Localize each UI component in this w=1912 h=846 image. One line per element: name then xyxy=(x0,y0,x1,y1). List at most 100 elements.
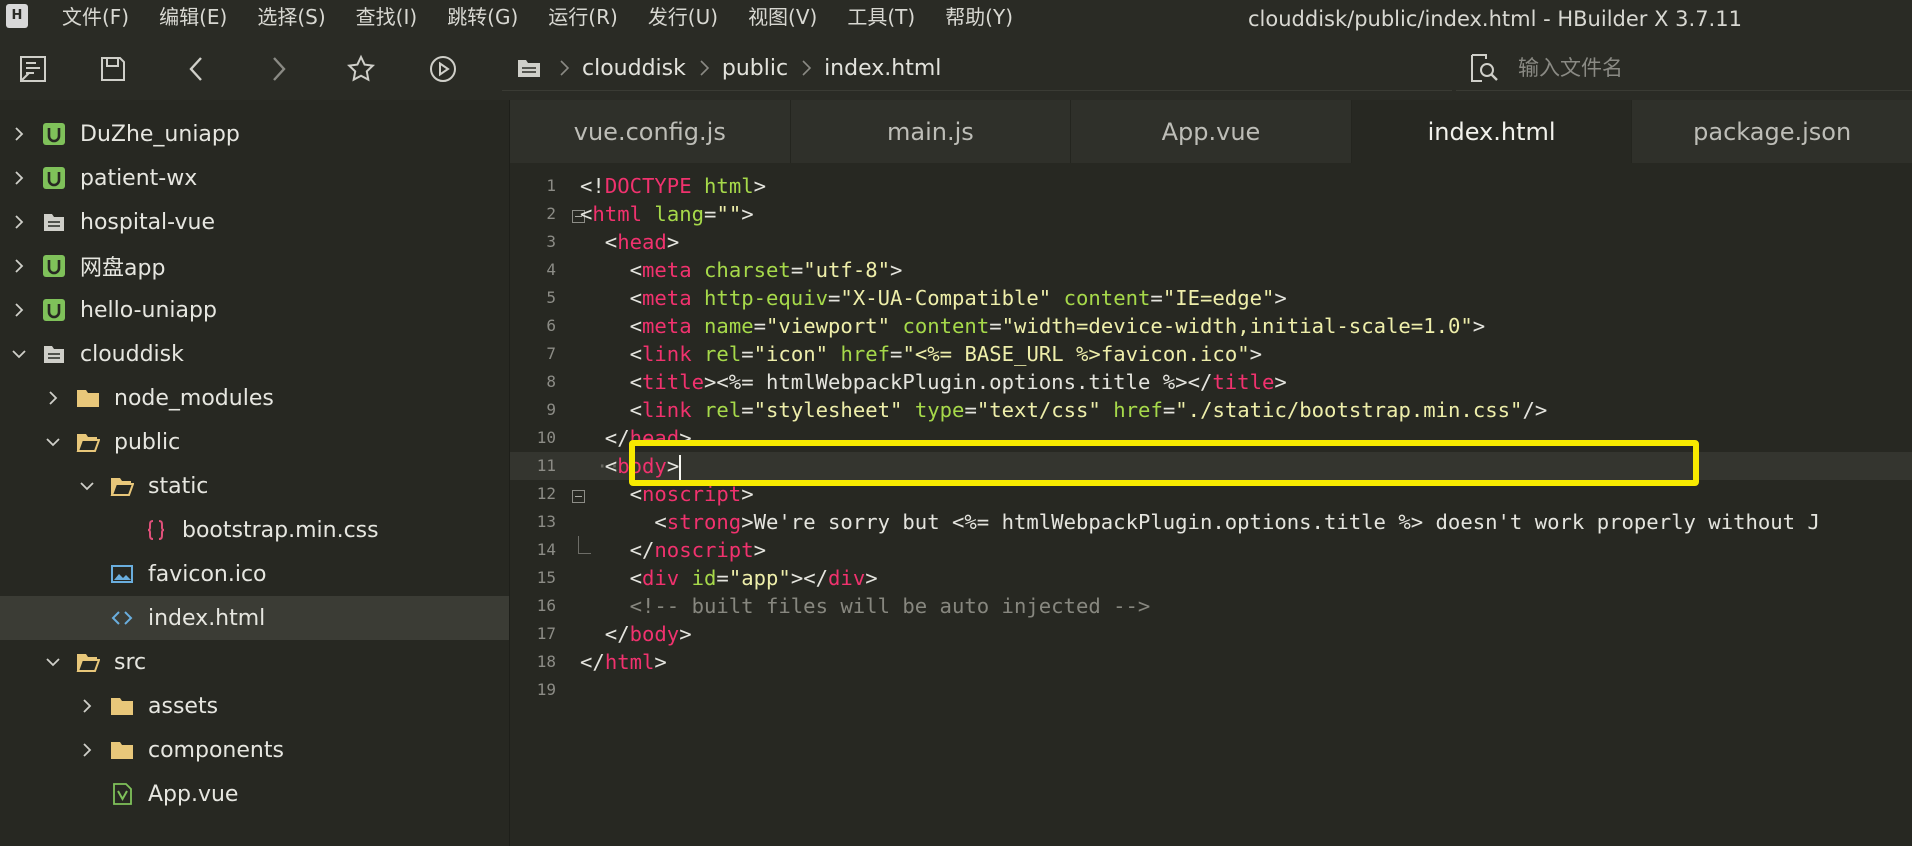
code-line[interactable]: 4 <meta charset="utf-8"> xyxy=(510,256,1912,284)
tab-package-json[interactable]: package.json xyxy=(1632,100,1912,163)
code-line[interactable]: 17 </body> xyxy=(510,620,1912,648)
code-token: "IE=edge" xyxy=(1162,286,1275,310)
chevron-right-icon[interactable] xyxy=(10,257,28,275)
breadcrumb-item-index-html[interactable]: index.html xyxy=(824,56,941,81)
code-area[interactable]: 1 <!DOCTYPE html> 2 <html lang=""> 3 <head> 4 <… xyxy=(510,172,1912,846)
line-number: 12 xyxy=(536,484,556,503)
tab-app-vue[interactable]: App.vue xyxy=(1071,100,1352,163)
line-number: 10 xyxy=(536,428,556,447)
breadcrumb-item-public[interactable]: public xyxy=(722,56,788,81)
tree-item[interactable]: 网盘app xyxy=(0,244,509,288)
chevron-right-icon[interactable] xyxy=(10,301,28,319)
file-search-input[interactable] xyxy=(1516,55,1900,81)
star-icon xyxy=(346,54,376,82)
menu-edit[interactable]: 编辑(E) xyxy=(159,0,227,36)
code-line[interactable]: 11 ·· <body> xyxy=(510,452,1912,483)
code-token: html xyxy=(704,174,754,198)
chevron-right-icon[interactable] xyxy=(44,389,62,407)
back-button[interactable] xyxy=(182,54,212,84)
chevron-right-icon[interactable] xyxy=(10,213,28,231)
code-line[interactable]: 1 <!DOCTYPE html> xyxy=(510,172,1912,200)
run-button[interactable] xyxy=(428,54,458,84)
code-token: head xyxy=(629,426,680,450)
chevron-right-icon[interactable] xyxy=(10,125,28,143)
breadcrumb-item-clouddisk[interactable]: clouddisk xyxy=(582,56,686,81)
tree-item-label: clouddisk xyxy=(80,341,184,367)
chevron-right-icon[interactable] xyxy=(78,741,96,759)
chevron-right-icon[interactable] xyxy=(78,697,96,715)
menu-goto[interactable]: 跳转(G) xyxy=(447,0,518,36)
code-line[interactable]: 10 </head> xyxy=(510,424,1912,452)
menu-help[interactable]: 帮助(Y) xyxy=(945,0,1013,36)
tree-item[interactable]: DuZhe_uniapp xyxy=(0,112,509,156)
code-token: body xyxy=(629,622,680,646)
chevron-down-icon[interactable] xyxy=(44,653,62,671)
menu-tools[interactable]: 工具(T) xyxy=(847,0,915,36)
line-number: 2 xyxy=(546,204,556,223)
tree-item[interactable]: src xyxy=(0,640,509,684)
code-line[interactable]: 16 <!-- built files will be auto injected… xyxy=(510,592,1912,620)
new-file-button[interactable] xyxy=(18,54,48,84)
code-token: = xyxy=(964,398,977,422)
tree-item[interactable]: index.html xyxy=(0,596,509,640)
tree-item[interactable]: components xyxy=(0,728,509,772)
tree-item[interactable]: static xyxy=(0,464,509,508)
code-line[interactable]: 14 </noscript> xyxy=(510,536,1912,564)
code-token: < xyxy=(654,510,667,534)
code-line[interactable]: 3 <head> xyxy=(510,228,1912,256)
code-line[interactable]: 7 <link rel="icon" href="<%= BASE_URL %>f… xyxy=(510,340,1912,368)
tab-main-js[interactable]: main.js xyxy=(791,100,1072,163)
forward-button[interactable] xyxy=(263,54,293,84)
code-line[interactable]: 13 <strong>We're sorry but <%= htmlWebpac… xyxy=(510,508,1912,536)
menu-run[interactable]: 运行(R) xyxy=(548,0,618,36)
favorite-button[interactable] xyxy=(346,54,376,84)
menu-find[interactable]: 查找(I) xyxy=(356,0,418,36)
play-circle-icon xyxy=(430,56,456,82)
chevron-right-icon xyxy=(700,60,709,76)
tree-item[interactable]: App.vue xyxy=(0,772,509,816)
line-number: 7 xyxy=(546,344,556,363)
code-token: body xyxy=(617,454,667,478)
save-button[interactable] xyxy=(98,54,128,84)
code-line[interactable]: 6 <meta name="viewport" content="width=de… xyxy=(510,312,1912,340)
tree-item[interactable]: clouddisk xyxy=(0,332,509,376)
code-line[interactable]: 8 <title><%= htmlWebpackPlugin.options.ti… xyxy=(510,368,1912,396)
code-line[interactable]: 19 xyxy=(510,676,1912,704)
tree-item[interactable]: favicon.ico xyxy=(0,552,509,596)
code-line[interactable]: 5 <meta http-equiv="X-UA-Compatible" cont… xyxy=(510,284,1912,312)
tree-item-label: node_modules xyxy=(114,385,274,411)
code-token: = xyxy=(1162,398,1176,422)
tree-item[interactable]: bootstrap.min.css xyxy=(0,508,509,552)
tree-item[interactable]: hospital-vue xyxy=(0,200,509,244)
chevron-down-icon[interactable] xyxy=(10,345,28,363)
code-line[interactable]: 12 <noscript> xyxy=(510,480,1912,508)
line-number: 14 xyxy=(536,540,556,559)
chevron-right-icon[interactable] xyxy=(10,169,28,187)
tree-item[interactable]: public xyxy=(0,420,509,464)
code-token: DOCTYPE xyxy=(604,174,692,198)
menu-file[interactable]: 文件(F) xyxy=(62,0,129,36)
code-token: > xyxy=(741,510,754,534)
menu-select[interactable]: 选择(S) xyxy=(257,0,325,36)
line-number: 16 xyxy=(536,596,556,615)
code-line[interactable]: 9 <link rel="stylesheet" type="text/css" … xyxy=(510,396,1912,424)
chevron-down-icon[interactable] xyxy=(44,433,62,451)
menu-publish[interactable]: 发行(U) xyxy=(648,0,718,36)
chevron-down-icon[interactable] xyxy=(78,477,96,495)
tree-item[interactable]: node_modules xyxy=(0,376,509,420)
tree-item[interactable]: patient-wx xyxy=(0,156,509,200)
code-token: charset xyxy=(704,258,791,282)
code-line[interactable]: 2 <html lang=""> xyxy=(510,200,1912,228)
code-text: <title><%= htmlWebpackPlugin.options.tit… xyxy=(630,368,1287,396)
tab-index-html[interactable]: index.html xyxy=(1351,100,1633,163)
tree-item[interactable]: assets xyxy=(0,684,509,728)
tree-item[interactable]: hello-uniapp xyxy=(0,288,509,332)
tab-vue-config-js[interactable]: vue.config.js xyxy=(510,100,791,163)
fold-toggle-icon[interactable] xyxy=(572,490,585,503)
code-token: "utf-8" xyxy=(803,258,891,282)
code-line[interactable]: 15 <div id="app"></div> xyxy=(510,564,1912,592)
menu-view[interactable]: 视图(V) xyxy=(748,0,817,36)
tree-item-label: src xyxy=(114,649,147,675)
code-line[interactable]: 18 </html> xyxy=(510,648,1912,676)
